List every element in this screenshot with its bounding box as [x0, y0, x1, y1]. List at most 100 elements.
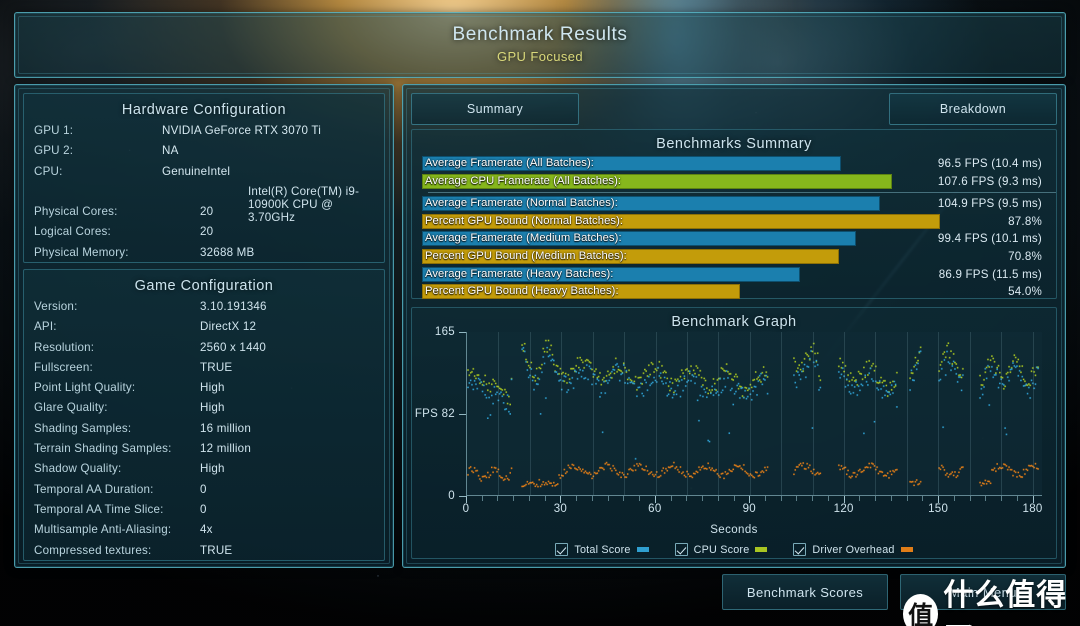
summary-bar-row: Average Framerate (Heavy Batches): 86.9 F…: [418, 266, 1050, 284]
benchmark-scores-button[interactable]: Benchmark Scores: [722, 574, 888, 610]
summary-bar-row: Average CPU Framerate (All Batches): 107.…: [418, 173, 1050, 191]
grid-line: [592, 332, 594, 495]
legend-swatch: [636, 547, 649, 552]
game-row-label: Temporal AA Time Slice:: [34, 502, 164, 516]
x-tick: [639, 496, 641, 501]
legend-item[interactable]: Total Score: [555, 543, 649, 556]
game-row: Resolution: 2560 x 1440: [34, 341, 374, 361]
game-row: Shadow Quality: High: [34, 462, 374, 482]
summary-bar-value: 99.4 FPS (10.1 ms): [937, 232, 1042, 246]
game-row: Temporal AA Duration: 0: [34, 483, 374, 503]
game-row-value: 4x: [200, 523, 213, 537]
plot-wrapper: 0 FPS 82 165 0 30 60 90 120 150 180: [415, 326, 1042, 515]
x-tick-label: 150: [928, 503, 949, 515]
summary-bar-divider: [428, 192, 1056, 194]
y-tick-label: 0: [448, 490, 455, 502]
grid-line: [906, 332, 908, 495]
grid-line: [1001, 332, 1003, 495]
x-tick-label: 30: [553, 503, 568, 515]
legend-checkbox[interactable]: [674, 543, 688, 556]
x-tick: [497, 496, 499, 501]
x-tick: [733, 496, 735, 501]
hardware-row: Physical Memory: 32688 MB: [34, 246, 374, 266]
x-tick: [670, 496, 672, 501]
game-row-label: Terrain Shading Samples:: [34, 442, 172, 456]
summary-bar-label: Average Framerate (Medium Batches):: [425, 232, 622, 245]
x-tick: [623, 496, 625, 501]
scatter-canvas: [467, 332, 1042, 495]
summary-bar-value: 86.9 FPS (11.5 ms): [938, 267, 1042, 281]
grid-line: [844, 332, 846, 495]
game-row-label: API:: [34, 320, 57, 334]
summary-bar-row: Average Framerate (All Batches): 96.5 FPS…: [418, 156, 1050, 173]
tab-summary[interactable]: Summary: [411, 93, 579, 125]
legend-label: Driver Overhead: [812, 543, 895, 556]
x-tick-label: 120: [833, 503, 854, 515]
game-row-value: High: [200, 462, 225, 476]
summary-bar-value: 87.8%: [1008, 214, 1042, 228]
grid-line: [655, 332, 657, 495]
results-panel: Summary Breakdown Benchmarks Summary Ave…: [402, 84, 1066, 568]
benchmarks-summary-title: Benchmarks Summary: [656, 136, 812, 152]
grid-line: [718, 332, 720, 495]
hardware-row-value: GenuineIntel: [162, 164, 231, 178]
game-row: Temporal AA Time Slice: 0: [34, 503, 374, 523]
grid-line: [624, 332, 626, 495]
game-row-value: TRUE: [200, 360, 233, 374]
x-tick-label: 0: [462, 503, 470, 515]
main-menu-button[interactable]: Main Menu: [900, 574, 1066, 610]
game-row: API: DirectX 12: [34, 320, 374, 340]
hardware-row-value: NVIDIA GeForce RTX 3070 Ti: [162, 124, 321, 137]
x-tick: [953, 496, 955, 501]
results-tabs: Summary Breakdown: [411, 93, 1057, 125]
x-tick: [875, 496, 877, 501]
summary-bar-value: 104.9 FPS (9.5 ms): [937, 197, 1042, 211]
y-tick-label: FPS 82: [414, 408, 455, 421]
x-tick: [749, 496, 751, 503]
x-tick: [765, 496, 767, 501]
game-row-value: 0: [200, 502, 207, 516]
summary-bar-row: Percent GPU Bound (Heavy Batches): 54.0%: [418, 284, 1050, 301]
grid-line: [1032, 332, 1034, 495]
y-tick-label: 165: [434, 326, 455, 338]
summary-bar-row: Average Framerate (Normal Batches): 104.9…: [418, 196, 1050, 213]
benchmarks-summary-bars: Average Framerate (All Batches): 96.5 FPS…: [412, 156, 1056, 301]
y-tick: [459, 414, 466, 416]
hardware-row-value: NA: [162, 144, 179, 158]
grid-line: [749, 332, 751, 495]
legend-checkbox[interactable]: [793, 543, 807, 556]
x-tick: [859, 496, 861, 501]
tab-breakdown[interactable]: Breakdown: [889, 93, 1057, 125]
x-tick: [1016, 496, 1018, 501]
summary-bar-row: Average Framerate (Medium Batches): 99.4 …: [418, 231, 1050, 248]
x-tick: [985, 496, 987, 501]
legend-item[interactable]: CPU Score: [674, 543, 768, 556]
game-section-title: Game Configuration: [134, 278, 274, 294]
summary-bar-row: Percent GPU Bound (Normal Batches): 87.8%: [418, 213, 1050, 231]
game-row-label: Compressed textures:: [34, 543, 152, 557]
x-tick: [528, 496, 530, 501]
hardware-row-label: CPU:: [34, 164, 63, 178]
game-row-value: 0: [200, 482, 207, 496]
summary-bar-label: Average Framerate (Normal Batches):: [425, 197, 618, 210]
chart-legend: Total Score CPU Score Driver Overhead: [412, 543, 1056, 556]
x-tick-label: 60: [648, 503, 662, 515]
legend-checkbox[interactable]: [555, 543, 569, 556]
x-tick: [513, 496, 515, 501]
game-row-label: Resolution:: [34, 340, 95, 354]
game-row-label: Multisample Anti-Aliasing:: [34, 523, 172, 537]
game-row-value: DirectX 12: [200, 320, 257, 334]
benchmarks-summary-box: Benchmarks Summary Average Framerate (Al…: [411, 129, 1057, 301]
y-tick: [459, 496, 466, 497]
summary-bar-label: Percent GPU Bound (Normal Batches):: [425, 214, 624, 227]
benchmark-graph-title: Benchmark Graph: [671, 314, 797, 330]
summary-bar-label: Percent GPU Bound (Medium Batches):: [425, 249, 627, 262]
x-tick: [922, 496, 924, 501]
page-subtitle: GPU Focused: [496, 49, 584, 64]
legend-item[interactable]: Driver Overhead: [793, 543, 913, 556]
legend-swatch: [900, 547, 913, 552]
game-row-value: 2560 x 1440: [200, 340, 267, 354]
y-tick: [459, 332, 466, 333]
hardware-row-value: Intel(R) Core(TM) i9-10900K CPU @ 3.70GH…: [248, 184, 360, 224]
benchmark-graph-box: Benchmark Graph 0 FPS 82 165 0 30 60 90 120 150…: [411, 307, 1057, 559]
